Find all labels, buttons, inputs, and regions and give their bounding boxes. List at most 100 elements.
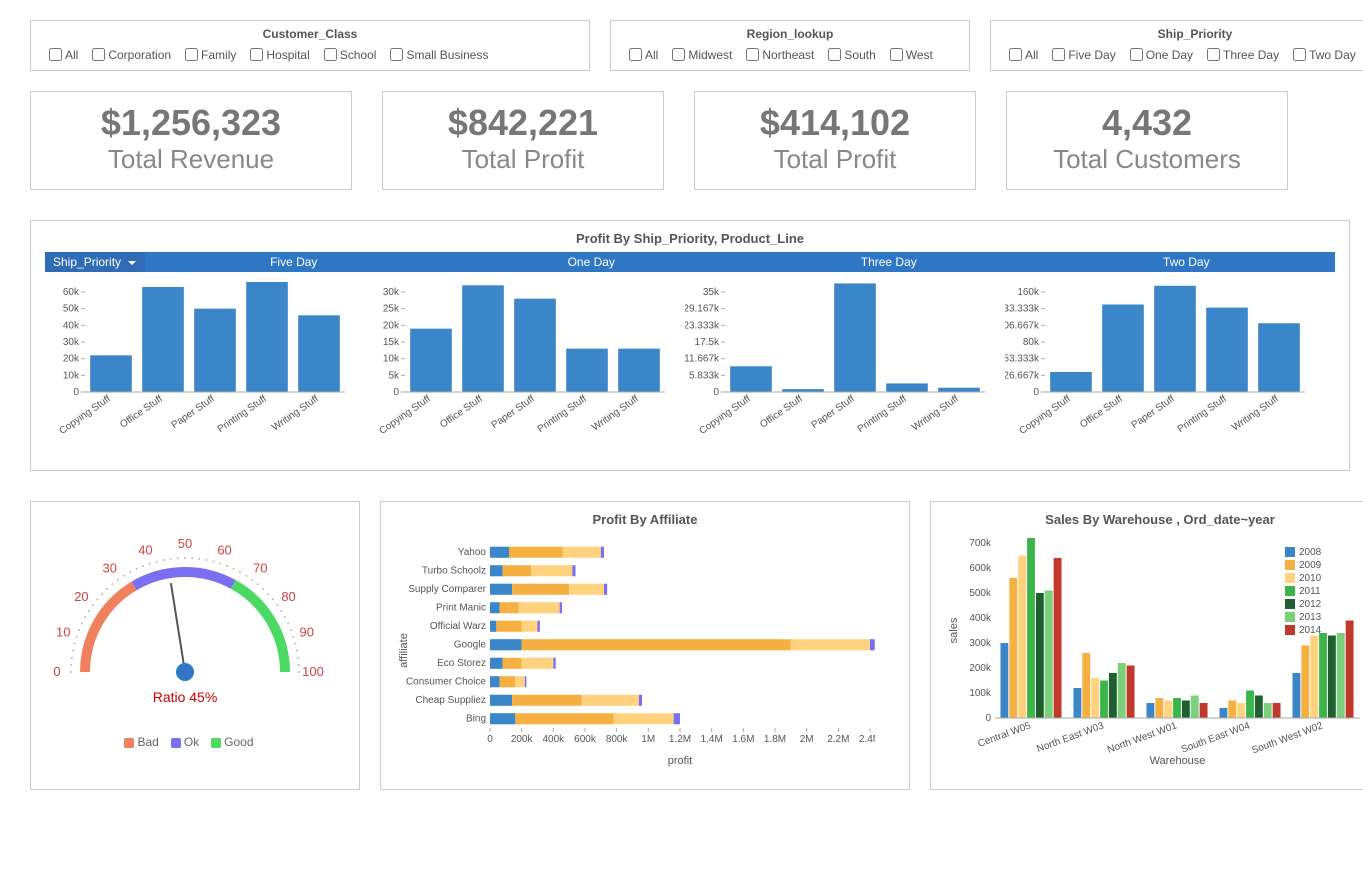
bar[interactable]: [1219, 708, 1227, 718]
bar[interactable]: [1258, 323, 1300, 392]
bar[interactable]: [1206, 308, 1248, 392]
bar-segment[interactable]: [515, 713, 613, 724]
bar-segment[interactable]: [560, 602, 562, 613]
bar[interactable]: [1200, 703, 1208, 718]
bar[interactable]: [514, 299, 556, 392]
bar-segment[interactable]: [490, 621, 496, 632]
bar-segment[interactable]: [490, 695, 512, 706]
filter-option[interactable]: Northeast: [742, 45, 814, 64]
bar-segment[interactable]: [569, 584, 604, 595]
bar-segment[interactable]: [614, 713, 674, 724]
filter-option[interactable]: School: [320, 45, 377, 64]
bar[interactable]: [298, 315, 340, 392]
filter-option[interactable]: Family: [181, 45, 236, 64]
bar-segment[interactable]: [604, 584, 607, 595]
bar-segment[interactable]: [500, 676, 516, 687]
bar[interactable]: [886, 383, 928, 392]
bar[interactable]: [1045, 591, 1053, 719]
filter-option[interactable]: Corporation: [88, 45, 171, 64]
bar[interactable]: [1109, 673, 1117, 718]
filter-option[interactable]: Small Business: [386, 45, 488, 64]
bar[interactable]: [938, 388, 980, 392]
bar[interactable]: [1255, 696, 1263, 719]
bar[interactable]: [1073, 688, 1081, 718]
bar-segment[interactable]: [563, 547, 601, 558]
bar[interactable]: [834, 283, 876, 392]
bar[interactable]: [1191, 696, 1199, 719]
bar[interactable]: [1100, 681, 1108, 719]
filter-option[interactable]: West: [886, 45, 933, 64]
bar[interactable]: [1118, 663, 1126, 718]
bar[interactable]: [1237, 703, 1245, 718]
checkbox[interactable]: [1009, 48, 1022, 61]
checkbox[interactable]: [629, 48, 642, 61]
bar[interactable]: [1054, 558, 1062, 718]
bar[interactable]: [194, 309, 236, 392]
bar[interactable]: [566, 349, 608, 392]
bar[interactable]: [1127, 666, 1135, 719]
bar[interactable]: [90, 355, 132, 392]
checkbox[interactable]: [828, 48, 841, 61]
bar-segment[interactable]: [553, 658, 555, 669]
checkbox[interactable]: [390, 48, 403, 61]
checkbox[interactable]: [1207, 48, 1220, 61]
bar[interactable]: [1328, 636, 1336, 719]
bar-segment[interactable]: [490, 676, 500, 687]
bar-segment[interactable]: [503, 565, 531, 576]
bar[interactable]: [1246, 691, 1254, 719]
bar[interactable]: [1182, 701, 1190, 719]
filter-option[interactable]: Hospital: [246, 45, 309, 64]
bar-segment[interactable]: [582, 695, 639, 706]
bar-segment[interactable]: [496, 621, 521, 632]
bar-segment[interactable]: [522, 639, 791, 650]
bar-segment[interactable]: [509, 547, 563, 558]
bar[interactable]: [1082, 653, 1090, 718]
bar[interactable]: [1146, 703, 1154, 718]
bar[interactable]: [1173, 698, 1181, 718]
bar[interactable]: [1228, 701, 1236, 719]
bar-segment[interactable]: [490, 713, 515, 724]
bar-segment[interactable]: [525, 676, 527, 687]
filter-option[interactable]: Five Day: [1048, 45, 1115, 64]
bar[interactable]: [1050, 372, 1092, 392]
bar[interactable]: [462, 285, 504, 392]
filter-option[interactable]: Midwest: [668, 45, 732, 64]
checkbox[interactable]: [890, 48, 903, 61]
bar[interactable]: [410, 329, 452, 392]
bar[interactable]: [1164, 701, 1172, 719]
checkbox[interactable]: [185, 48, 198, 61]
bar[interactable]: [1000, 643, 1008, 718]
bar-segment[interactable]: [512, 584, 569, 595]
checkbox[interactable]: [1130, 48, 1143, 61]
bar[interactable]: [1009, 578, 1017, 718]
filter-option[interactable]: South: [824, 45, 875, 64]
checkbox[interactable]: [1052, 48, 1065, 61]
bar-segment[interactable]: [490, 639, 522, 650]
bar-segment[interactable]: [512, 695, 582, 706]
bar[interactable]: [1273, 703, 1281, 718]
bar-segment[interactable]: [490, 547, 509, 558]
bar[interactable]: [246, 282, 288, 392]
bar-segment[interactable]: [531, 565, 572, 576]
filter-option[interactable]: Two Day: [1289, 45, 1356, 64]
bar-segment[interactable]: [500, 602, 519, 613]
bar-segment[interactable]: [601, 547, 604, 558]
checkbox[interactable]: [672, 48, 685, 61]
bar[interactable]: [618, 349, 660, 392]
filter-option[interactable]: All: [625, 45, 658, 64]
bar[interactable]: [1301, 646, 1309, 719]
bar-segment[interactable]: [490, 602, 500, 613]
checkbox[interactable]: [49, 48, 62, 61]
bar-segment[interactable]: [503, 658, 522, 669]
bar[interactable]: [730, 366, 772, 392]
bar[interactable]: [1018, 556, 1026, 719]
bar[interactable]: [1155, 698, 1163, 718]
bar[interactable]: [1346, 621, 1354, 719]
bar-segment[interactable]: [538, 621, 540, 632]
bar-segment[interactable]: [522, 658, 554, 669]
legend-item[interactable]: Good: [211, 735, 253, 749]
bar[interactable]: [1337, 633, 1345, 718]
bar[interactable]: [1319, 633, 1327, 718]
filter-option[interactable]: One Day: [1126, 45, 1193, 64]
filter-option[interactable]: All: [1005, 45, 1038, 64]
